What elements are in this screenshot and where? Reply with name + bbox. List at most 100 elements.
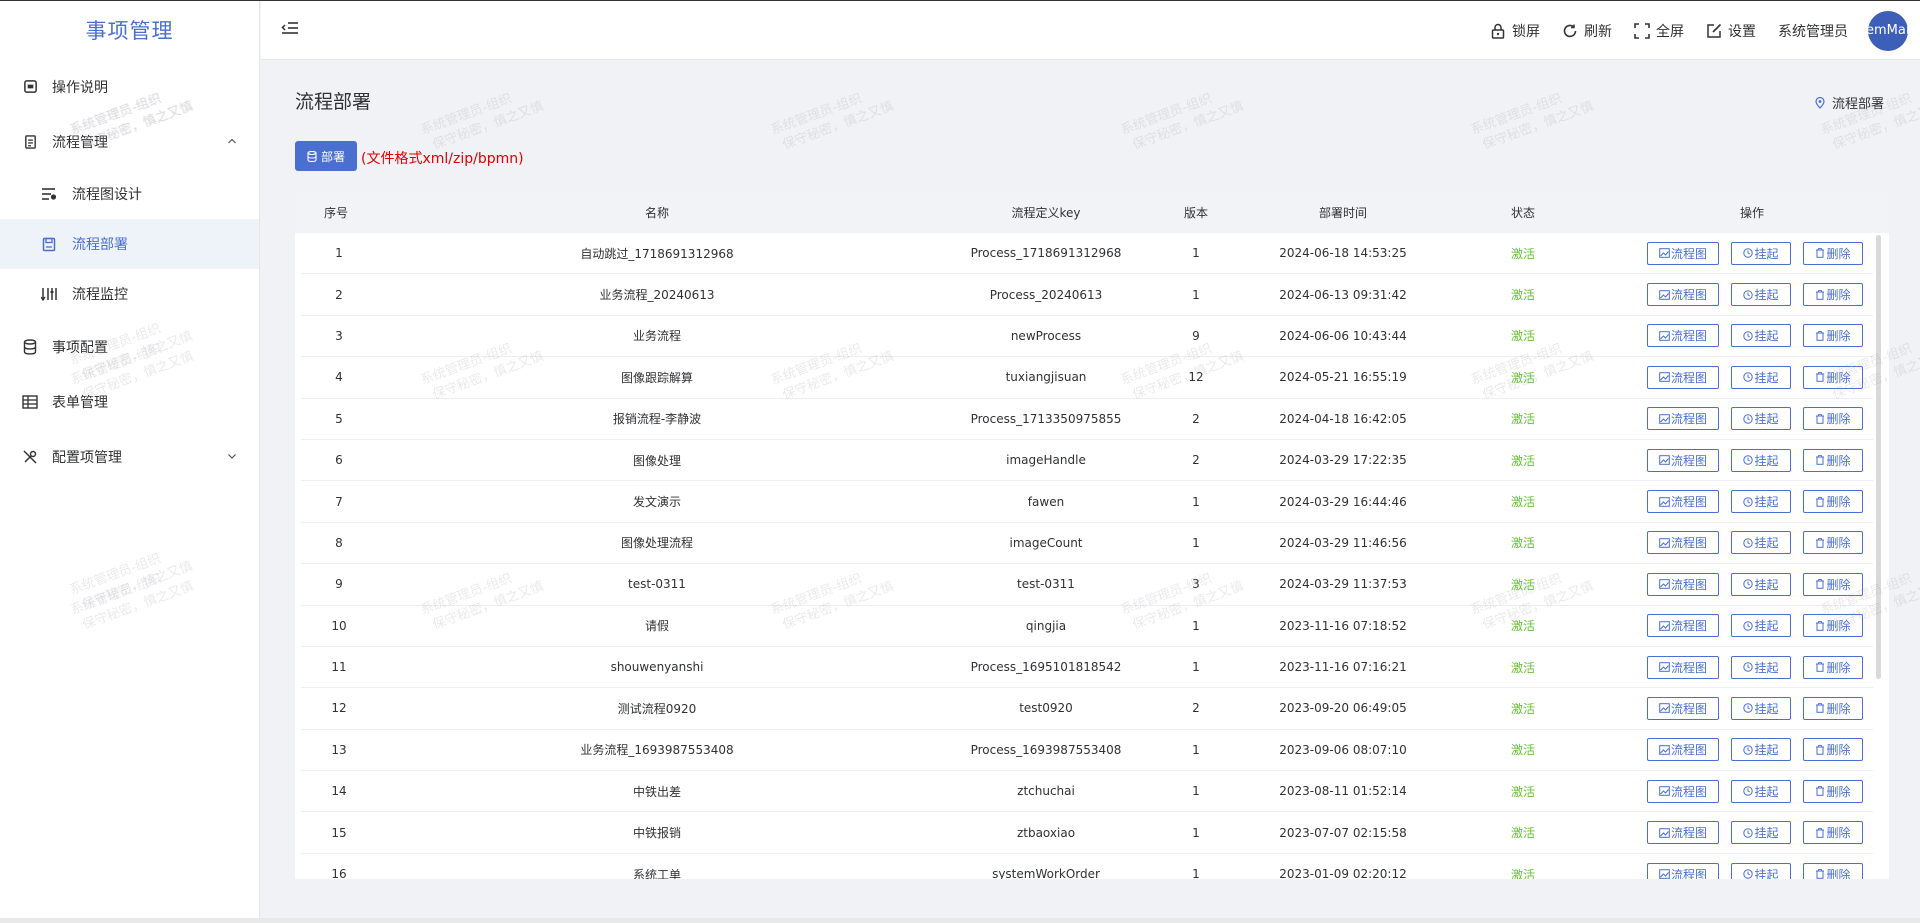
delete-button[interactable]: 删除 xyxy=(1803,614,1863,638)
suspend-button[interactable]: 挂起 xyxy=(1731,572,1791,596)
settings-button[interactable]: 设置 xyxy=(1706,21,1756,41)
delete-button[interactable]: 删除 xyxy=(1803,655,1863,679)
suspend-button[interactable]: 挂起 xyxy=(1731,614,1791,638)
view-diagram-button[interactable]: 流程图 xyxy=(1647,283,1719,307)
image-icon xyxy=(1659,579,1670,590)
menu-fold-icon[interactable] xyxy=(281,19,299,37)
sidebar-item-label: 表单管理 xyxy=(52,394,108,411)
cell-name: 请假 xyxy=(644,619,669,634)
delete-button[interactable]: 删除 xyxy=(1803,407,1863,431)
delete-button[interactable]: 删除 xyxy=(1803,738,1863,762)
cell-index: 15 xyxy=(331,825,347,840)
suspend-button[interactable]: 挂起 xyxy=(1731,862,1791,879)
view-diagram-button[interactable]: 流程图 xyxy=(1647,324,1719,348)
suspend-button[interactable]: 挂起 xyxy=(1731,448,1791,472)
status-badge: 激活 xyxy=(1510,577,1535,592)
sidebar-item-config-management[interactable]: 配置项管理 xyxy=(0,429,259,484)
cell-deploy-time: 2023-09-20 06:49:05 xyxy=(1279,701,1407,716)
view-diagram-button[interactable]: 流程图 xyxy=(1647,696,1719,720)
status-badge: 激活 xyxy=(1510,743,1535,758)
trash-icon xyxy=(1815,413,1825,424)
deploy-button[interactable]: 部署 xyxy=(295,141,357,171)
view-diagram-button[interactable]: 流程图 xyxy=(1647,821,1719,845)
suspend-button[interactable]: 挂起 xyxy=(1731,241,1791,265)
suspend-button[interactable]: 挂起 xyxy=(1731,283,1791,307)
breadcrumb-current[interactable]: 流程部署 xyxy=(1832,93,1884,112)
sidebar-item-label: 配置项管理 xyxy=(52,449,122,466)
column-header: 序号 xyxy=(323,206,348,220)
delete-button[interactable]: 删除 xyxy=(1803,241,1863,265)
cell-actions: 流程图 挂起 删除 xyxy=(1597,490,1889,514)
view-diagram-button[interactable]: 流程图 xyxy=(1647,614,1719,638)
refresh-button[interactable]: 刷新 xyxy=(1562,21,1612,41)
cell-index: 9 xyxy=(335,577,343,592)
delete-button[interactable]: 删除 xyxy=(1803,862,1863,879)
sidebar-item-label: 流程图设计 xyxy=(72,187,142,203)
clock-icon xyxy=(1743,414,1754,424)
view-diagram-button[interactable]: 流程图 xyxy=(1647,572,1719,596)
view-diagram-button[interactable]: 流程图 xyxy=(1647,779,1719,803)
column-header: 名称 xyxy=(644,206,669,220)
cell-actions: 流程图 挂起 删除 xyxy=(1597,696,1889,720)
delete-button[interactable]: 删除 xyxy=(1803,779,1863,803)
delete-button[interactable]: 删除 xyxy=(1803,324,1863,348)
cell-key: imageCount xyxy=(1009,535,1083,550)
suspend-button[interactable]: 挂起 xyxy=(1731,821,1791,845)
cell-version: 2 xyxy=(1192,701,1200,716)
suspend-button[interactable]: 挂起 xyxy=(1731,324,1791,348)
table-row: 8 图像处理流程 imageCount 1 2024-03-29 11:46:56 激活 流… xyxy=(301,523,1873,565)
sidebar-item-flow-deploy[interactable]: 流程部署 xyxy=(0,219,259,269)
status-badge: 激活 xyxy=(1510,701,1535,716)
lock-screen-button[interactable]: 锁屏 xyxy=(1490,21,1540,41)
delete-button[interactable]: 删除 xyxy=(1803,572,1863,596)
view-diagram-button[interactable]: 流程图 xyxy=(1647,448,1719,472)
view-diagram-button[interactable]: 流程图 xyxy=(1647,365,1719,389)
suspend-button[interactable]: 挂起 xyxy=(1731,365,1791,389)
cell-deploy-time: 2024-03-29 11:37:53 xyxy=(1279,577,1407,592)
suspend-button[interactable]: 挂起 xyxy=(1731,696,1791,720)
view-diagram-button[interactable]: 流程图 xyxy=(1647,531,1719,555)
sidebar-item-label: 操作说明 xyxy=(52,79,108,96)
cell-index: 3 xyxy=(335,328,343,343)
cell-index: 11 xyxy=(331,660,347,675)
delete-button[interactable]: 删除 xyxy=(1803,531,1863,555)
fullscreen-button[interactable]: 全屏 xyxy=(1634,21,1684,41)
sidebar-item-flow-monitor[interactable]: 流程监控 xyxy=(0,269,259,319)
view-diagram-button[interactable]: 流程图 xyxy=(1647,738,1719,762)
clock-icon xyxy=(1743,662,1754,672)
cell-version: 1 xyxy=(1192,867,1200,879)
delete-button[interactable]: 删除 xyxy=(1803,283,1863,307)
suspend-button[interactable]: 挂起 xyxy=(1731,779,1791,803)
view-diagram-button[interactable]: 流程图 xyxy=(1647,241,1719,265)
user-name[interactable]: 系统管理员 xyxy=(1778,21,1848,41)
sidebar-item-form-management[interactable]: 表单管理 xyxy=(0,374,259,429)
avatar[interactable]: emMan xyxy=(1868,10,1908,51)
view-diagram-button[interactable]: 流程图 xyxy=(1647,407,1719,431)
suspend-button[interactable]: 挂起 xyxy=(1731,407,1791,431)
cell-key: Process_1695101818542 xyxy=(970,660,1122,675)
suspend-button[interactable]: 挂起 xyxy=(1731,738,1791,762)
sidebar-item-instructions[interactable]: 操作说明 xyxy=(0,59,259,114)
status-badge: 激活 xyxy=(1510,867,1535,879)
view-diagram-button[interactable]: 流程图 xyxy=(1647,862,1719,879)
top-header: 锁屏 刷新 全屏 设置 系统管理员 emMan xyxy=(261,1,1920,60)
delete-button[interactable]: 删除 xyxy=(1803,821,1863,845)
sidebar-item-process-management[interactable]: 流程管理 xyxy=(0,114,259,169)
view-diagram-button[interactable]: 流程图 xyxy=(1647,655,1719,679)
delete-button[interactable]: 删除 xyxy=(1803,490,1863,514)
view-diagram-button[interactable]: 流程图 xyxy=(1647,490,1719,514)
suspend-button[interactable]: 挂起 xyxy=(1731,490,1791,514)
table-scrollbar[interactable] xyxy=(1876,235,1881,679)
fullscreen-icon xyxy=(1634,22,1650,39)
trash-icon xyxy=(1815,869,1825,879)
sidebar-item-flow-design[interactable]: 流程图设计 xyxy=(0,169,259,219)
delete-button[interactable]: 删除 xyxy=(1803,448,1863,472)
suspend-button[interactable]: 挂起 xyxy=(1731,655,1791,679)
table-row: 4 图像跟踪解算 tuxiangjisuan 12 2024-05-21 16:55:1… xyxy=(301,357,1873,399)
cell-deploy-time: 2023-07-07 02:15:58 xyxy=(1279,825,1407,840)
delete-button[interactable]: 删除 xyxy=(1803,696,1863,720)
suspend-button[interactable]: 挂起 xyxy=(1731,531,1791,555)
watermark: 系统管理员-组织 保守秘密，慎之又慎 xyxy=(768,91,896,154)
sidebar-item-item-config[interactable]: 事项配置 xyxy=(0,319,259,374)
delete-button[interactable]: 删除 xyxy=(1803,365,1863,389)
